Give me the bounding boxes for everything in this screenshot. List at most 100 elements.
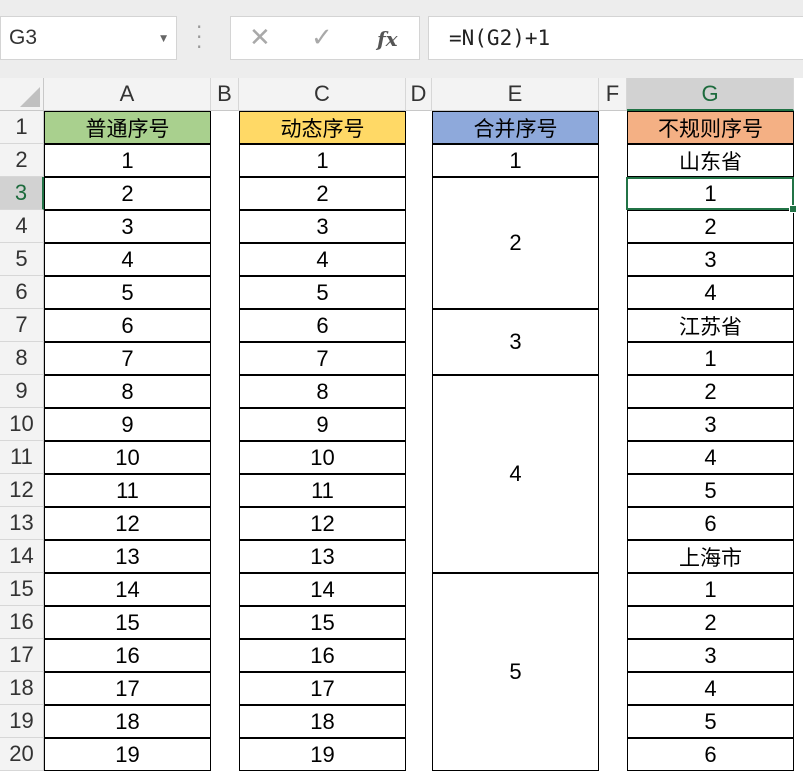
cell-a15[interactable]: 14 xyxy=(44,573,211,606)
merged-cell-e15[interactable]: 5 xyxy=(432,573,599,771)
cell-g19[interactable]: 5 xyxy=(627,705,794,738)
cell-g2[interactable]: 山东省 xyxy=(627,144,794,177)
header-cell-g[interactable]: 不规则序号 xyxy=(627,111,794,144)
row-header-20[interactable]: 20 xyxy=(0,738,44,771)
cell-c10[interactable]: 9 xyxy=(239,408,406,441)
select-all-corner[interactable] xyxy=(0,78,44,111)
row-header-11[interactable]: 11 xyxy=(0,441,44,474)
cell-g16[interactable]: 2 xyxy=(627,606,794,639)
cell-g12[interactable]: 5 xyxy=(627,474,794,507)
row-header-18[interactable]: 18 xyxy=(0,672,44,705)
row-header-15[interactable]: 15 xyxy=(0,573,44,606)
cancel-icon[interactable]: ✕ xyxy=(249,23,271,53)
column-header-e[interactable]: E xyxy=(432,78,599,111)
cell-a2[interactable]: 1 xyxy=(44,144,211,177)
cell-c3[interactable]: 2 xyxy=(239,177,406,210)
cell-g11[interactable]: 4 xyxy=(627,441,794,474)
cell-a20[interactable]: 19 xyxy=(44,738,211,771)
row-header-19[interactable]: 19 xyxy=(0,705,44,738)
cell-g6[interactable]: 4 xyxy=(627,276,794,309)
cell-c7[interactable]: 6 xyxy=(239,309,406,342)
cell-c19[interactable]: 18 xyxy=(239,705,406,738)
cell-g7[interactable]: 江苏省 xyxy=(627,309,794,342)
cell-g14[interactable]: 上海市 xyxy=(627,540,794,573)
row-header-7[interactable]: 7 xyxy=(0,309,44,342)
cell-a8[interactable]: 7 xyxy=(44,342,211,375)
row-header-12[interactable]: 12 xyxy=(0,474,44,507)
cell-a16[interactable]: 15 xyxy=(44,606,211,639)
cell-a6[interactable]: 5 xyxy=(44,276,211,309)
column-header-d[interactable]: D xyxy=(406,78,432,111)
cell-a18[interactable]: 17 xyxy=(44,672,211,705)
formula-input[interactable]: =N(G2)+1 xyxy=(428,16,803,60)
row-header-5[interactable]: 5 xyxy=(0,243,44,276)
cell-g9[interactable]: 2 xyxy=(627,375,794,408)
more-options-icon[interactable]: · · · xyxy=(196,17,202,57)
cell-c15[interactable]: 14 xyxy=(239,573,406,606)
enter-icon[interactable]: ✓ xyxy=(311,23,333,53)
cell-g13[interactable]: 6 xyxy=(627,507,794,540)
cell-a3[interactable]: 2 xyxy=(44,177,211,210)
row-header-2[interactable]: 2 xyxy=(0,144,44,177)
row-header-8[interactable]: 8 xyxy=(0,342,44,375)
cell-g18[interactable]: 4 xyxy=(627,672,794,705)
cell-a13[interactable]: 12 xyxy=(44,507,211,540)
cell-a14[interactable]: 13 xyxy=(44,540,211,573)
cell-g15[interactable]: 1 xyxy=(627,573,794,606)
cell-c2[interactable]: 1 xyxy=(239,144,406,177)
cell-c9[interactable]: 8 xyxy=(239,375,406,408)
column-header-b[interactable]: B xyxy=(211,78,239,111)
row-header-10[interactable]: 10 xyxy=(0,408,44,441)
cell-a11[interactable]: 10 xyxy=(44,441,211,474)
row-header-13[interactable]: 13 xyxy=(0,507,44,540)
merged-cell-e3[interactable]: 2 xyxy=(432,177,599,309)
header-cell-a[interactable]: 普通序号 xyxy=(44,111,211,144)
cell-c17[interactable]: 16 xyxy=(239,639,406,672)
cell-c11[interactable]: 10 xyxy=(239,441,406,474)
cell-c13[interactable]: 12 xyxy=(239,507,406,540)
row-header-16[interactable]: 16 xyxy=(0,606,44,639)
header-cell-c[interactable]: 动态序号 xyxy=(239,111,406,144)
name-box-dropdown-icon[interactable]: ▼ xyxy=(160,34,167,44)
row-header-1[interactable]: 1 xyxy=(0,111,44,144)
cell-a9[interactable]: 8 xyxy=(44,375,211,408)
cell-c5[interactable]: 4 xyxy=(239,243,406,276)
cell-g20[interactable]: 6 xyxy=(627,738,794,771)
row-header-17[interactable]: 17 xyxy=(0,639,44,672)
cell-g10[interactable]: 3 xyxy=(627,408,794,441)
cell-c16[interactable]: 15 xyxy=(239,606,406,639)
name-box[interactable]: G3 ▼ xyxy=(0,16,177,60)
row-header-4[interactable]: 4 xyxy=(0,210,44,243)
cell-a19[interactable]: 18 xyxy=(44,705,211,738)
cell-g4[interactable]: 2 xyxy=(627,210,794,243)
column-header-a[interactable]: A xyxy=(44,78,211,111)
row-header-3[interactable]: 3 xyxy=(0,177,44,210)
column-header-f[interactable]: F xyxy=(599,78,627,111)
cell-c12[interactable]: 11 xyxy=(239,474,406,507)
row-header-6[interactable]: 6 xyxy=(0,276,44,309)
cell-a12[interactable]: 11 xyxy=(44,474,211,507)
cell-a17[interactable]: 16 xyxy=(44,639,211,672)
cell-g5[interactable]: 3 xyxy=(627,243,794,276)
merged-cell-e7[interactable]: 3 xyxy=(432,309,599,375)
cell-c4[interactable]: 3 xyxy=(239,210,406,243)
cell-g3[interactable]: 1 xyxy=(627,177,794,210)
cell-c20[interactable]: 19 xyxy=(239,738,406,771)
cell-c14[interactable]: 13 xyxy=(239,540,406,573)
column-header-c[interactable]: C xyxy=(239,78,406,111)
cell-g17[interactable]: 3 xyxy=(627,639,794,672)
cell-c8[interactable]: 7 xyxy=(239,342,406,375)
cell-c6[interactable]: 5 xyxy=(239,276,406,309)
cell-a5[interactable]: 4 xyxy=(44,243,211,276)
cell-a10[interactable]: 9 xyxy=(44,408,211,441)
header-cell-e[interactable]: 合并序号 xyxy=(432,111,599,144)
row-header-9[interactable]: 9 xyxy=(0,375,44,408)
insert-function-icon[interactable]: fx xyxy=(377,27,398,51)
cell-a7[interactable]: 6 xyxy=(44,309,211,342)
merged-cell-e2[interactable]: 1 xyxy=(432,144,599,177)
cell-a4[interactable]: 3 xyxy=(44,210,211,243)
merged-cell-e9[interactable]: 4 xyxy=(432,375,599,573)
column-header-g[interactable]: G xyxy=(627,78,794,111)
row-header-14[interactable]: 14 xyxy=(0,540,44,573)
cell-c18[interactable]: 17 xyxy=(239,672,406,705)
